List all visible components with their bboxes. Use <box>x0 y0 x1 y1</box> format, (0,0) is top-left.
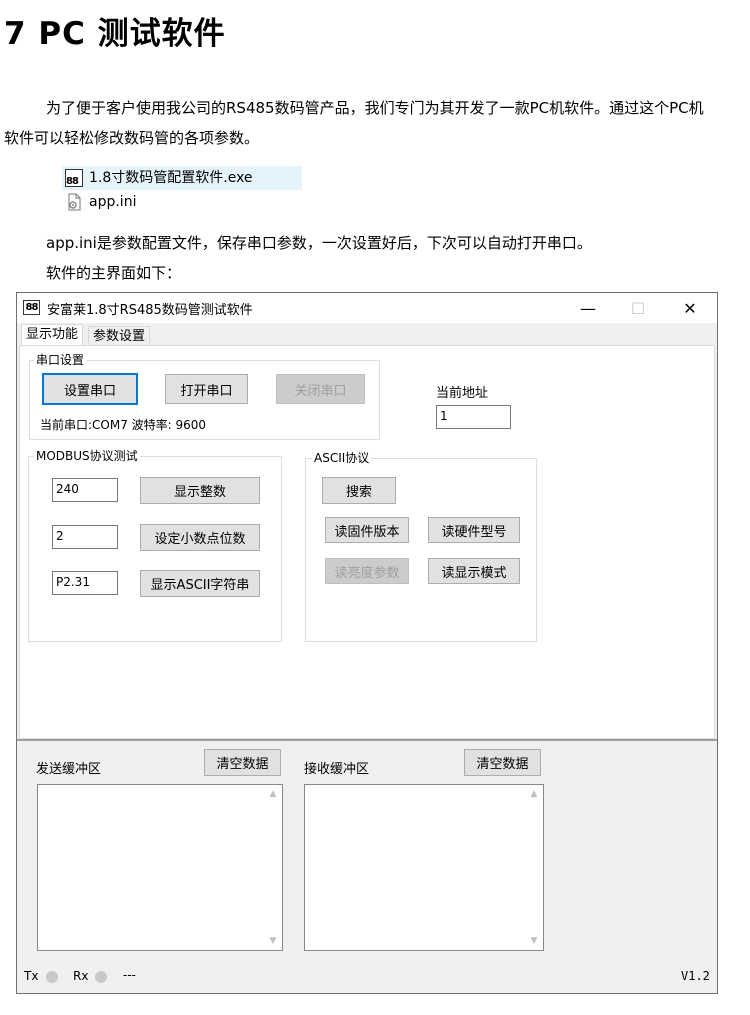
ascii-group-title: ASCII协议 <box>312 451 372 465</box>
show-integer-button[interactable]: 显示整数 <box>140 477 260 504</box>
tab-display[interactable]: 显示功能 <box>21 324 84 346</box>
status-text: --- <box>123 968 136 982</box>
integer-input[interactable]: 240 <box>52 478 118 502</box>
splitter[interactable] <box>17 739 717 741</box>
send-buffer-label: 发送缓冲区 <box>36 762 102 777</box>
title-bar: 88 安富莱1.8寸RS485数码管测试软件 — ☐ ✕ <box>17 293 717 323</box>
app-8-icon: 88 <box>65 169 83 187</box>
read-hardware-button[interactable]: 读硬件型号 <box>428 517 520 543</box>
file-item-exe[interactable]: 88 1.8寸数码管配置软件.exe <box>62 166 302 190</box>
config-file-icon <box>65 193 83 211</box>
file-item-ini[interactable]: app.ini <box>62 190 136 214</box>
tx-label: Tx <box>24 969 39 983</box>
app-8-icon: 88 <box>23 300 40 315</box>
tab-page-display: 串口设置 设置串口 打开串口 关闭串口 当前串口:COM7 波特率: 9600 … <box>19 345 715 739</box>
scroll-down-icon[interactable]: ▼ <box>528 936 540 946</box>
minimize-button[interactable]: — <box>565 293 611 323</box>
app-window: 88 安富莱1.8寸RS485数码管测试软件 — ☐ ✕ 显示功能 参数设置 串… <box>16 292 718 994</box>
port-status: 当前串口:COM7 波特率: 9600 <box>40 418 207 432</box>
scroll-up-icon[interactable]: ▲ <box>528 789 540 799</box>
address-input[interactable]: 1 <box>436 405 511 429</box>
tab-strip: 显示功能 参数设置 <box>17 323 717 346</box>
scroll-up-icon[interactable]: ▲ <box>267 789 279 799</box>
read-firmware-button[interactable]: 读固件版本 <box>325 517 409 543</box>
version-label: V1.2 <box>681 969 710 983</box>
clear-receive-button[interactable]: 清空数据 <box>464 749 541 776</box>
minimize-icon: — <box>580 298 596 318</box>
address-label: 当前地址 <box>436 386 489 401</box>
rx-label: Rx <box>73 969 89 983</box>
setup-port-button[interactable]: 设置串口 <box>42 373 138 405</box>
read-display-mode-button[interactable]: 读显示模式 <box>428 558 520 584</box>
receive-buffer-textarea[interactable]: ▲ ▼ <box>304 784 544 951</box>
set-decimal-button[interactable]: 设定小数点位数 <box>140 524 260 551</box>
note-line-1: app.ini是参数配置文件，保存串口参数，一次设置好后，下次可以自动打开串口。 <box>46 234 592 252</box>
serial-group-title: 串口设置 <box>34 353 87 367</box>
note-line-2: 软件的主界面如下： <box>46 264 182 282</box>
search-button[interactable]: 搜索 <box>322 477 396 504</box>
close-port-button[interactable]: 关闭串口 <box>276 374 365 404</box>
status-bar: Tx Rx --- V1.2 <box>17 959 717 993</box>
clear-send-button[interactable]: 清空数据 <box>204 749 281 776</box>
scroll-down-icon[interactable]: ▼ <box>267 936 279 946</box>
maximize-icon: ☐ <box>630 298 646 318</box>
file-name: app.ini <box>89 194 137 210</box>
close-icon: ✕ <box>683 298 697 318</box>
section-heading: 7 PC 测试软件 <box>4 16 226 52</box>
modbus-group-title: MODBUS协议测试 <box>34 449 140 463</box>
send-buffer-textarea[interactable]: ▲ ▼ <box>37 784 283 951</box>
ascii-string-input[interactable]: P2.31 <box>52 571 118 595</box>
close-button[interactable]: ✕ <box>667 293 713 323</box>
read-brightness-button[interactable]: 读亮度参数 <box>325 558 409 584</box>
tab-settings[interactable]: 参数设置 <box>88 326 151 346</box>
receive-buffer-label: 接收缓冲区 <box>304 762 370 777</box>
open-port-button[interactable]: 打开串口 <box>165 374 248 404</box>
file-name: 1.8寸数码管配置软件.exe <box>89 170 253 186</box>
window-title: 安富莱1.8寸RS485数码管测试软件 <box>47 303 253 318</box>
rx-indicator <box>95 971 107 983</box>
tx-indicator <box>46 971 58 983</box>
maximize-button[interactable]: ☐ <box>615 293 661 323</box>
intro-line-1: 为了便于客户使用我公司的RS485数码管产品，我们专门为其开发了一款PC机软件。… <box>46 99 704 117</box>
show-ascii-button[interactable]: 显示ASCII字符串 <box>140 570 260 597</box>
intro-line-2: 软件可以轻松修改数码管的各项参数。 <box>4 129 260 147</box>
decimal-input[interactable]: 2 <box>52 525 118 549</box>
